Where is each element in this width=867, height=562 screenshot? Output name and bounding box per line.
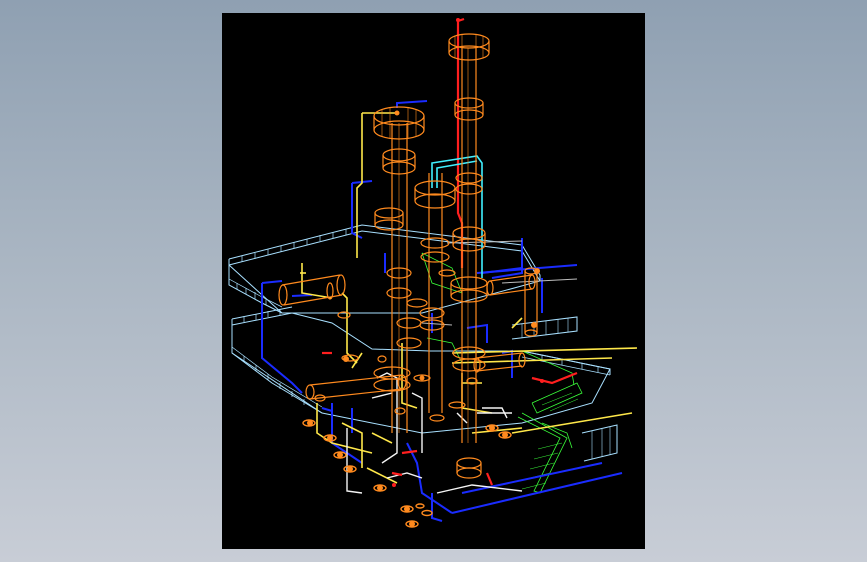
plant-3d-wireframe <box>228 17 638 528</box>
mid-column <box>373 106 425 433</box>
pipes-red <box>322 17 578 486</box>
cad-viewport[interactable] <box>222 13 645 549</box>
staircase <box>421 252 583 494</box>
horizontal-drum <box>278 274 346 306</box>
pipes-yellow <box>300 112 638 484</box>
misc-fittings <box>314 269 478 422</box>
equipment-dots <box>307 110 540 527</box>
app-background: { "scene": { "subject": "", "viewport_ba… <box>0 0 867 562</box>
